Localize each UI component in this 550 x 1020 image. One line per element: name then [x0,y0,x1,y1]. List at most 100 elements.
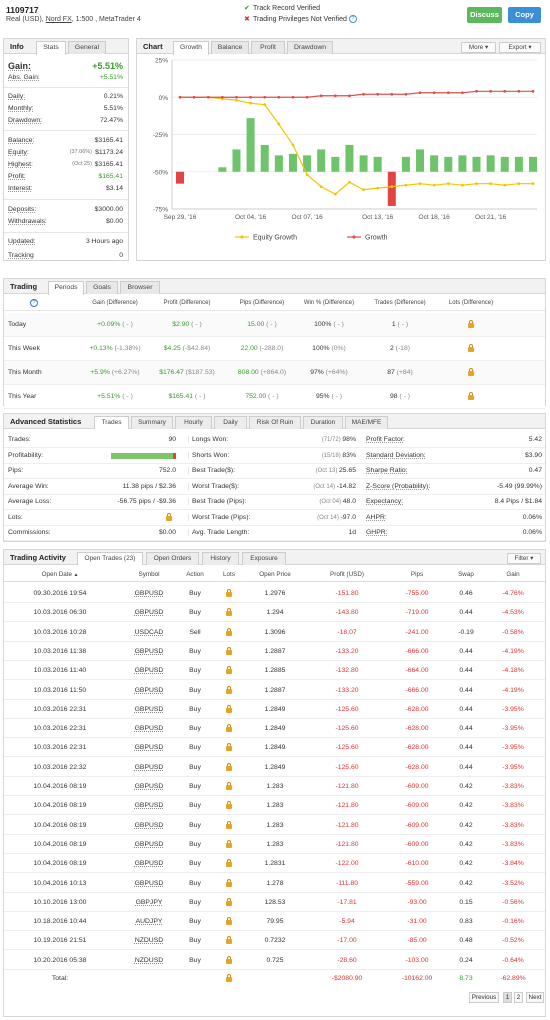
chart-bar [529,156,537,172]
page-previous[interactable]: Previous [469,992,499,1003]
column-header: Profit (USD) [330,571,364,578]
more-dropdown[interactable]: More ▾ [461,42,496,53]
sort-asc-icon[interactable]: ▲ [72,572,78,578]
stat-number: -97.0 [340,513,357,521]
stat-label: Pips: [8,467,24,474]
tab-hourly[interactable]: Hourly [175,416,212,429]
value: $176.47 [159,369,184,376]
total-profit: -$2080.90 [331,975,363,982]
stat-value: $3.90 [524,451,542,459]
info-value: 5.51% [103,105,123,112]
open-date: 10.03.2016 11:50 [33,686,87,694]
broker-link[interactable]: Nord FX [46,16,72,23]
trading-panel: Trading Periods Goals Browser ? Gain (Dif… [3,278,546,409]
open-price: 128.53 [264,898,286,906]
gain: -3.83% [502,840,524,848]
info-title: Info [10,42,24,51]
page-next[interactable]: Next [526,992,544,1003]
adv-row: Trades: 90 Longs Won: (71/72) 98% Profit Fac… [4,433,545,448]
tab-open-orders[interactable]: Open Orders [146,552,199,565]
chart-bar [317,149,326,172]
tab-stats[interactable]: Stats [36,41,66,55]
open-date: 10.03.2016 10:28 [33,628,87,636]
gain-value: +5.51% [92,61,123,71]
value: +5.51% [97,393,121,400]
stat-label: Profitability: [8,451,44,459]
export-dropdown[interactable]: Export ▾ [499,42,541,53]
open-price: 1.2976 [264,590,286,597]
lock-icon [226,762,232,771]
gain: -4.53% [502,609,524,617]
profit: -151.80 [335,590,359,597]
period-label: This Year [8,393,37,400]
account-type: Real (USD), [6,16,44,23]
y-tick-label: 25% [155,58,168,65]
series-point [517,89,521,93]
stat-value: 1d [254,529,356,536]
tab-general[interactable]: General [68,41,106,54]
stat-value: (Oct 13) 25.65 [254,467,356,474]
column-header[interactable]: Open Date ▲ [20,571,100,578]
x-tick-label: Sep 29, '16 [164,214,197,221]
stat-number: 25.65 [338,467,356,474]
open-price: 0.7232 [264,937,286,945]
filter-dropdown[interactable]: Filter ▾ [507,553,541,564]
value: 15.00 [247,321,265,328]
tab-risk-of-ruin[interactable]: Risk Of Ruin [249,416,301,429]
series-point [220,95,224,99]
trading-header-row: ? Gain (Difference) Profit (Difference) Pip… [4,297,545,311]
info-icon[interactable]: ? [30,299,38,307]
series-point [432,183,436,187]
series-point [249,95,252,99]
tab-daily[interactable]: Daily [214,416,247,429]
trading-title: Trading [10,282,38,291]
lock-icon [226,666,232,675]
tab-summary[interactable]: Summary [131,416,173,429]
copy-button[interactable]: Copy [508,7,541,23]
chart-bar [430,155,439,172]
trade-row: 10.03.2016 11:50 GBPUSD Buy 1.2887 -133.20 -6… [4,681,545,700]
total-gain: -62.89% [500,975,526,982]
tab-exposure[interactable]: Exposure [242,552,286,565]
info-value: $3000.00 [94,206,123,213]
info-value: $3165.41 [94,161,123,168]
tab-history[interactable]: History [202,552,239,565]
tab-profit[interactable]: Profit [251,41,285,54]
tab-balance[interactable]: Balance [211,41,249,54]
series-point [235,98,238,102]
tab-trades[interactable]: Trades [94,416,129,429]
tab-duration[interactable]: Duration [303,416,343,429]
tab-mae-mfe[interactable]: MAE/MFE [345,416,388,429]
series-line [180,96,533,195]
trade-row: 10.04.2016 08:19 GBPUSD Buy 1.283 -121.80 -60… [4,796,545,816]
action: Buy [189,783,201,790]
open-date: 10.04.2016 08:19 [33,783,87,790]
info-label: Profit: [8,173,26,180]
stat-value: $0.00 [158,529,176,536]
tab-open-trades-[interactable]: Open Trades (23) [77,552,143,565]
value: $2.90 [172,321,190,328]
tab-browser[interactable]: Browser [120,281,160,294]
info-icon[interactable]: ? [348,15,357,24]
tab-periods[interactable]: Periods [48,281,84,295]
series-point [263,103,267,107]
page-1[interactable]: 1 [503,992,512,1003]
gain: -0.64% [502,956,524,964]
value: 22.00 [240,345,258,352]
tab-drawdown[interactable]: Drawdown [287,41,333,54]
open-price: 1.3096 [264,628,286,636]
stat-note: (71/72) [321,437,343,443]
stat-label: Best Trade($): [188,467,235,474]
gain: -3.95% [502,705,524,713]
value: +0.13% [89,345,113,352]
stat-value: 90 [168,436,176,443]
discuss-button[interactable]: Discuss [467,7,502,23]
open-price: 1.294 [266,609,284,617]
page-2[interactable]: 2 [514,992,523,1003]
tab-growth[interactable]: Growth [173,41,209,55]
info-value: $3.14 [105,185,123,192]
tab-goals[interactable]: Goals [86,281,118,294]
difference: ($187.53) [183,369,215,376]
difference: ( - ) [329,393,343,400]
track-record-verified: ✔ Track Record Verified [244,5,321,12]
